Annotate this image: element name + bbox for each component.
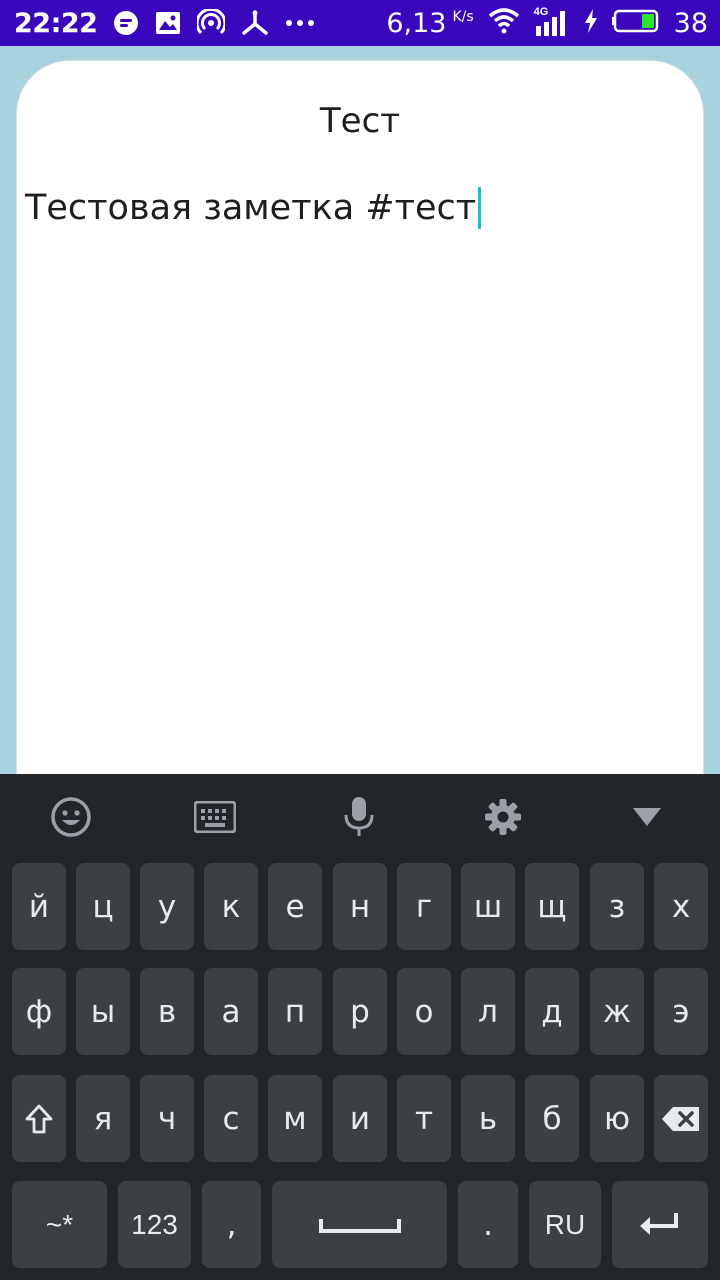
space-icon <box>318 1218 401 1233</box>
key[interactable]: ч <box>140 1075 194 1162</box>
collapse-keyboard-icon[interactable] <box>622 792 672 842</box>
key[interactable]: к <box>204 863 258 950</box>
key[interactable]: ы <box>76 968 130 1055</box>
gear-icon[interactable] <box>478 792 528 842</box>
key[interactable]: б <box>525 1075 579 1162</box>
key[interactable]: й <box>12 863 66 950</box>
keyboard-icon[interactable] <box>190 792 240 842</box>
status-time: 22:22 <box>14 7 98 39</box>
key[interactable]: с <box>204 1075 258 1162</box>
keyboard-toolbar <box>0 774 720 858</box>
numbers-key[interactable]: 123 <box>118 1181 191 1268</box>
enter-key[interactable] <box>612 1181 708 1268</box>
key[interactable]: з <box>590 863 644 950</box>
key[interactable]: р <box>333 968 387 1055</box>
key[interactable]: н <box>333 863 387 950</box>
key[interactable]: ж <box>590 968 644 1055</box>
backspace-key[interactable] <box>654 1075 708 1162</box>
microphone-icon[interactable] <box>334 792 384 842</box>
key[interactable]: е <box>268 863 322 950</box>
acrobat-icon <box>241 10 269 36</box>
charging-icon <box>584 8 598 38</box>
network-speed-unit: K/s <box>452 8 474 25</box>
key[interactable]: э <box>654 968 708 1055</box>
battery-percent: 38 <box>673 7 708 39</box>
key[interactable]: м <box>268 1075 322 1162</box>
battery-icon <box>611 9 660 38</box>
period-key[interactable]: . <box>458 1181 518 1268</box>
messaging-icon <box>113 10 139 36</box>
emoji-icon[interactable] <box>46 792 96 842</box>
backspace-icon <box>662 1106 699 1131</box>
note-title[interactable]: Тест <box>17 101 703 141</box>
key[interactable]: ф <box>12 968 66 1055</box>
key[interactable]: д <box>525 968 579 1055</box>
key[interactable]: щ <box>525 863 579 950</box>
key[interactable]: ю <box>590 1075 644 1162</box>
key[interactable]: у <box>140 863 194 950</box>
key[interactable]: п <box>268 968 322 1055</box>
wifi-icon <box>488 7 520 40</box>
language-key[interactable]: RU <box>529 1181 601 1268</box>
key[interactable]: ц <box>76 863 130 950</box>
key[interactable]: а <box>204 968 258 1055</box>
enter-icon <box>640 1212 678 1235</box>
symbols-key[interactable]: ~* <box>12 1181 107 1268</box>
text-cursor <box>478 187 482 229</box>
key[interactable]: ь <box>461 1075 515 1162</box>
shift-key[interactable] <box>12 1075 66 1162</box>
note-body-editor[interactable]: Тестовая заметка #тест <box>25 187 482 229</box>
key[interactable]: г <box>397 863 451 950</box>
network-type: 4G <box>533 6 549 18</box>
keyboard: й ц у к е н г ш щ з х ф ы в а п р о л д … <box>0 774 720 1280</box>
key[interactable]: я <box>76 1075 130 1162</box>
hotspot-icon <box>197 9 226 37</box>
space-key[interactable] <box>272 1181 447 1268</box>
network-speed: 6,13 K/s <box>386 8 473 39</box>
image-icon <box>155 11 181 35</box>
key[interactable]: ш <box>461 863 515 950</box>
shift-icon <box>25 1104 53 1133</box>
key[interactable]: и <box>333 1075 387 1162</box>
note-body-text: Тестовая заметка #тест <box>25 188 477 228</box>
key[interactable]: т <box>397 1075 451 1162</box>
key[interactable]: в <box>140 968 194 1055</box>
signal-icon: 4G <box>533 6 570 38</box>
status-bar: 22:22 6,13 K/s 4G 38 <box>0 0 720 46</box>
comma-key[interactable]: , <box>202 1181 261 1268</box>
key[interactable]: х <box>654 863 708 950</box>
more-notifications-icon <box>285 19 315 27</box>
network-speed-value: 6,13 <box>386 7 447 39</box>
note-card: Тест Тестовая заметка #тест <box>16 60 704 820</box>
key[interactable]: л <box>461 968 515 1055</box>
key[interactable]: о <box>397 968 451 1055</box>
